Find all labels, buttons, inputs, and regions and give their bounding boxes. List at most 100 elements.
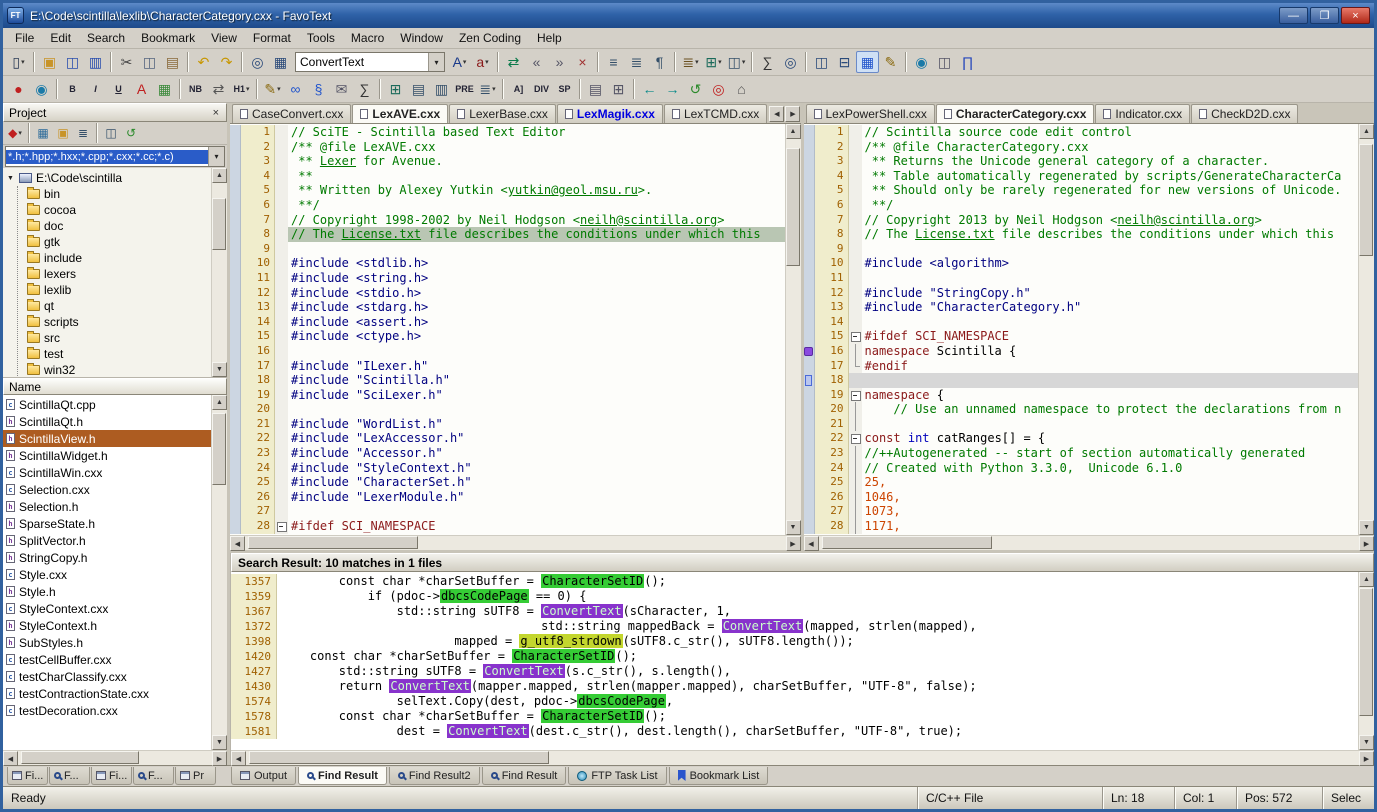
left-editor-vscrollbar[interactable]: ▲▼ bbox=[785, 124, 801, 535]
view-split-button[interactable]: ◫ bbox=[933, 51, 956, 73]
sum-formula-button[interactable]: ∑ bbox=[353, 78, 376, 100]
code-text[interactable]: **/ bbox=[862, 198, 1359, 213]
home-button[interactable]: ⌂ bbox=[730, 78, 753, 100]
selection-margin[interactable] bbox=[230, 359, 241, 374]
docked-tab-f[interactable]: F... bbox=[49, 767, 90, 785]
line-number[interactable]: 8 bbox=[241, 227, 275, 242]
selection-margin[interactable] bbox=[804, 154, 815, 169]
line-number[interactable]: 10 bbox=[815, 256, 849, 271]
code-text[interactable]: #ifdef SCI_NAMESPACE bbox=[288, 519, 785, 534]
tree-folder-doc[interactable]: doc bbox=[27, 218, 211, 234]
code-text[interactable]: #include <algorithm> bbox=[862, 256, 1359, 271]
save-file-button[interactable]: ◫ bbox=[61, 51, 84, 73]
list-item[interactable]: hSparseState.h bbox=[3, 515, 211, 532]
file-filter-dropdown-icon[interactable]: ▾ bbox=[208, 147, 224, 166]
paste-button[interactable]: ▤ bbox=[161, 51, 184, 73]
nb-button[interactable]: NB bbox=[184, 78, 207, 100]
selection-margin[interactable] bbox=[804, 271, 815, 286]
code-text[interactable]: namespace { bbox=[862, 388, 1359, 403]
selection-margin[interactable] bbox=[804, 256, 815, 271]
selection-margin[interactable] bbox=[230, 329, 241, 344]
code-text[interactable]: #include <string.h> bbox=[288, 271, 785, 286]
fold-collapse-icon[interactable] bbox=[275, 519, 288, 534]
copy-button[interactable]: ◫ bbox=[138, 51, 161, 73]
tree-scrollbar[interactable]: ▲▼ bbox=[211, 168, 227, 377]
tree-folder-win32[interactable]: win32 bbox=[27, 362, 211, 377]
line-number[interactable]: 16 bbox=[241, 344, 275, 359]
line-number[interactable]: 20 bbox=[815, 402, 849, 417]
anchor-button[interactable]: § bbox=[307, 78, 330, 100]
search-result-line[interactable]: 1427 std::string sUTF8 = ConvertText(s.c… bbox=[231, 664, 1358, 679]
code-text[interactable]: ** Lexer for Avenue. bbox=[288, 154, 785, 169]
refresh-project-button[interactable]: ↺ bbox=[121, 124, 141, 143]
scroll-down-button[interactable]: ▼ bbox=[1359, 520, 1374, 535]
sort-lines-button[interactable]: ≣▾ bbox=[679, 51, 702, 73]
fold-collapse-icon[interactable] bbox=[849, 431, 862, 446]
selection-margin[interactable] bbox=[804, 242, 815, 257]
find-in-files-button[interactable]: ▦ bbox=[269, 51, 292, 73]
code-text[interactable]: //++Autogenerated -- start of section au… bbox=[862, 446, 1359, 461]
code-text[interactable]: ** Table automatically regenerated by sc… bbox=[862, 169, 1359, 184]
scroll-up-button[interactable]: ▲ bbox=[212, 395, 227, 410]
selection-margin[interactable] bbox=[230, 431, 241, 446]
scroll-thumb[interactable] bbox=[212, 198, 226, 250]
paragraph-marks-button[interactable]: ¶ bbox=[648, 51, 671, 73]
line-number[interactable]: 5 bbox=[241, 183, 275, 198]
tab-lexave-cxx[interactable]: LexAVE.cxx bbox=[352, 104, 448, 123]
code-text[interactable]: #include "ILexer.h" bbox=[288, 359, 785, 374]
search-result-line[interactable]: 1430 return ConvertText(mapper.mapped, s… bbox=[231, 679, 1358, 694]
line-number[interactable]: 5 bbox=[815, 183, 849, 198]
selection-margin[interactable] bbox=[804, 417, 815, 432]
fold-collapse-icon[interactable] bbox=[849, 329, 862, 344]
search-result-line[interactable]: 1420 const char *charSetBuffer = Charact… bbox=[231, 649, 1358, 664]
tab-caseconvert-cxx[interactable]: CaseConvert.cxx bbox=[232, 104, 351, 123]
selection-margin[interactable] bbox=[230, 256, 241, 271]
underline-button[interactable]: U bbox=[107, 78, 130, 100]
scroll-right-button[interactable]: ▶ bbox=[1359, 536, 1374, 551]
list-item[interactable]: hSplitVector.h bbox=[3, 532, 211, 549]
tree-folder-include[interactable]: include bbox=[27, 250, 211, 266]
detail-view-button[interactable]: ≣ bbox=[73, 124, 93, 143]
code-text[interactable]: ** bbox=[288, 169, 785, 184]
right-editor-vscrollbar[interactable]: ▲▼ bbox=[1358, 124, 1374, 535]
search-result-line[interactable]: 1574 selText.Copy(dest, pdoc->dbcsCodePa… bbox=[231, 694, 1358, 709]
code-text[interactable]: #include <stdlib.h> bbox=[288, 256, 785, 271]
list-item[interactable]: cScintillaQt.cpp bbox=[3, 396, 211, 413]
menu-search[interactable]: Search bbox=[79, 29, 133, 47]
edit-style-button[interactable]: ✎▾ bbox=[261, 78, 284, 100]
line-number[interactable]: 23 bbox=[241, 446, 275, 461]
project-close-button[interactable]: × bbox=[211, 107, 221, 119]
selection-margin[interactable] bbox=[230, 242, 241, 257]
line-number[interactable]: 28 bbox=[241, 519, 275, 534]
selection-margin[interactable] bbox=[230, 388, 241, 403]
code-text[interactable]: #ifdef SCI_NAMESPACE bbox=[862, 329, 1359, 344]
line-number[interactable]: 17 bbox=[241, 359, 275, 374]
cut-button[interactable]: ✂ bbox=[115, 51, 138, 73]
scroll-thumb[interactable] bbox=[1359, 588, 1373, 716]
close-button[interactable]: × bbox=[1341, 7, 1370, 24]
name-column-header[interactable]: Name bbox=[3, 378, 227, 395]
line-number[interactable]: 14 bbox=[241, 315, 275, 330]
edit-settings-button[interactable]: ✎ bbox=[879, 51, 902, 73]
file-filter-combo[interactable]: *.h;*.hpp;*.hxx;*.cpp;*.cxx;*.cc;*.c) ▾ bbox=[5, 146, 225, 167]
list-item[interactable]: hSelection.h bbox=[3, 498, 211, 515]
code-text[interactable]: #include "LexerModule.h" bbox=[288, 490, 785, 505]
selection-margin[interactable] bbox=[230, 402, 241, 417]
result-text[interactable]: dest = ConvertText(dest.c_str(), dest.le… bbox=[277, 724, 1358, 739]
scroll-thumb[interactable] bbox=[249, 751, 549, 764]
tab-scroll-left-button[interactable]: ◀ bbox=[769, 106, 784, 122]
tree-folder-gtk[interactable]: gtk bbox=[27, 234, 211, 250]
scroll-right-button[interactable]: ▶ bbox=[786, 536, 801, 551]
line-number[interactable]: 4 bbox=[241, 169, 275, 184]
line-number[interactable]: 3 bbox=[815, 154, 849, 169]
selection-margin[interactable] bbox=[804, 125, 815, 140]
record-macro-button[interactable]: ● bbox=[7, 78, 30, 100]
code-text[interactable] bbox=[862, 373, 1359, 388]
mail-link-button[interactable]: ✉ bbox=[330, 78, 353, 100]
line-number[interactable]: 26 bbox=[815, 490, 849, 505]
code-text[interactable]: #include "WordList.h" bbox=[288, 417, 785, 432]
selection-margin[interactable] bbox=[804, 213, 815, 228]
project-scope-button[interactable]: ◆▾ bbox=[5, 124, 25, 143]
title-bar[interactable]: FT E:\Code\scintilla\lexlib\CharacterCat… bbox=[3, 3, 1374, 28]
line-number[interactable]: 12 bbox=[241, 286, 275, 301]
